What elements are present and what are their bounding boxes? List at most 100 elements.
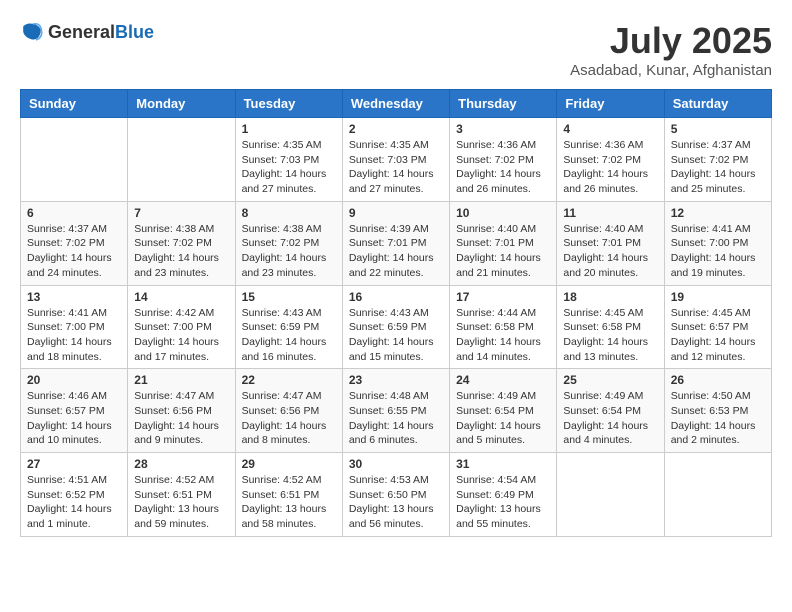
- day-number: 25: [563, 373, 657, 387]
- daylight: Daylight: 14 hours and 5 minutes.: [456, 420, 541, 447]
- cell-content: Sunrise: 4:52 AM Sunset: 6:51 PM Dayligh…: [134, 473, 228, 532]
- daylight: Daylight: 14 hours and 26 minutes.: [563, 168, 648, 195]
- daylight: Daylight: 14 hours and 27 minutes.: [242, 168, 327, 195]
- calendar-week-row: 6 Sunrise: 4:37 AM Sunset: 7:02 PM Dayli…: [21, 201, 772, 285]
- calendar-cell: 26 Sunrise: 4:50 AM Sunset: 6:53 PM Dayl…: [664, 369, 771, 453]
- sunrise: Sunrise: 4:42 AM: [134, 307, 214, 319]
- daylight: Daylight: 14 hours and 22 minutes.: [349, 252, 434, 279]
- daylight: Daylight: 14 hours and 20 minutes.: [563, 252, 648, 279]
- sunrise: Sunrise: 4:52 AM: [134, 474, 214, 486]
- calendar-cell: 23 Sunrise: 4:48 AM Sunset: 6:55 PM Dayl…: [342, 369, 449, 453]
- sunset: Sunset: 6:50 PM: [349, 489, 427, 501]
- sunrise: Sunrise: 4:40 AM: [563, 223, 643, 235]
- weekday-header-wednesday: Wednesday: [342, 90, 449, 118]
- sunrise: Sunrise: 4:37 AM: [671, 139, 751, 151]
- calendar-table: SundayMondayTuesdayWednesdayThursdayFrid…: [20, 89, 772, 537]
- daylight: Daylight: 14 hours and 14 minutes.: [456, 336, 541, 363]
- sunset: Sunset: 7:01 PM: [349, 237, 427, 249]
- sunrise: Sunrise: 4:54 AM: [456, 474, 536, 486]
- sunrise: Sunrise: 4:36 AM: [456, 139, 536, 151]
- sunrise: Sunrise: 4:46 AM: [27, 390, 107, 402]
- sunrise: Sunrise: 4:47 AM: [242, 390, 322, 402]
- sunset: Sunset: 7:01 PM: [563, 237, 641, 249]
- daylight: Daylight: 14 hours and 25 minutes.: [671, 168, 756, 195]
- sunset: Sunset: 7:00 PM: [671, 237, 749, 249]
- sunset: Sunset: 6:58 PM: [563, 321, 641, 333]
- day-number: 5: [671, 122, 765, 136]
- daylight: Daylight: 14 hours and 6 minutes.: [349, 420, 434, 447]
- daylight: Daylight: 14 hours and 26 minutes.: [456, 168, 541, 195]
- sunset: Sunset: 6:59 PM: [242, 321, 320, 333]
- sunrise: Sunrise: 4:44 AM: [456, 307, 536, 319]
- calendar-cell: 5 Sunrise: 4:37 AM Sunset: 7:02 PM Dayli…: [664, 118, 771, 202]
- day-number: 22: [242, 373, 336, 387]
- month-title: July 2025: [570, 20, 772, 62]
- logo-text: GeneralBlue: [48, 22, 154, 43]
- title-block: July 2025 Asadabad, Kunar, Afghanistan: [570, 20, 772, 79]
- sunrise: Sunrise: 4:45 AM: [671, 307, 751, 319]
- cell-content: Sunrise: 4:36 AM Sunset: 7:02 PM Dayligh…: [563, 138, 657, 197]
- day-number: 18: [563, 290, 657, 304]
- sunset: Sunset: 6:54 PM: [456, 405, 534, 417]
- sunrise: Sunrise: 4:37 AM: [27, 223, 107, 235]
- sunset: Sunset: 7:03 PM: [242, 154, 320, 166]
- day-number: 31: [456, 457, 550, 471]
- sunset: Sunset: 6:55 PM: [349, 405, 427, 417]
- sunrise: Sunrise: 4:49 AM: [563, 390, 643, 402]
- sunset: Sunset: 7:01 PM: [456, 237, 534, 249]
- sunrise: Sunrise: 4:52 AM: [242, 474, 322, 486]
- cell-content: Sunrise: 4:49 AM Sunset: 6:54 PM Dayligh…: [456, 389, 550, 448]
- sunrise: Sunrise: 4:38 AM: [242, 223, 322, 235]
- sunset: Sunset: 7:02 PM: [563, 154, 641, 166]
- daylight: Daylight: 14 hours and 15 minutes.: [349, 336, 434, 363]
- calendar-cell: 25 Sunrise: 4:49 AM Sunset: 6:54 PM Dayl…: [557, 369, 664, 453]
- calendar-week-row: 27 Sunrise: 4:51 AM Sunset: 6:52 PM Dayl…: [21, 453, 772, 537]
- day-number: 30: [349, 457, 443, 471]
- day-number: 7: [134, 206, 228, 220]
- sunset: Sunset: 7:02 PM: [27, 237, 105, 249]
- weekday-header-saturday: Saturday: [664, 90, 771, 118]
- calendar-cell: 28 Sunrise: 4:52 AM Sunset: 6:51 PM Dayl…: [128, 453, 235, 537]
- cell-content: Sunrise: 4:52 AM Sunset: 6:51 PM Dayligh…: [242, 473, 336, 532]
- daylight: Daylight: 14 hours and 17 minutes.: [134, 336, 219, 363]
- daylight: Daylight: 14 hours and 23 minutes.: [134, 252, 219, 279]
- daylight: Daylight: 13 hours and 58 minutes.: [242, 503, 327, 530]
- logo-icon: [20, 20, 44, 44]
- day-number: 23: [349, 373, 443, 387]
- calendar-cell: 29 Sunrise: 4:52 AM Sunset: 6:51 PM Dayl…: [235, 453, 342, 537]
- calendar-cell: 27 Sunrise: 4:51 AM Sunset: 6:52 PM Dayl…: [21, 453, 128, 537]
- calendar-cell: 4 Sunrise: 4:36 AM Sunset: 7:02 PM Dayli…: [557, 118, 664, 202]
- sunrise: Sunrise: 4:35 AM: [242, 139, 322, 151]
- sunset: Sunset: 6:57 PM: [671, 321, 749, 333]
- calendar-cell: 24 Sunrise: 4:49 AM Sunset: 6:54 PM Dayl…: [450, 369, 557, 453]
- daylight: Daylight: 13 hours and 56 minutes.: [349, 503, 434, 530]
- sunset: Sunset: 7:02 PM: [456, 154, 534, 166]
- cell-content: Sunrise: 4:38 AM Sunset: 7:02 PM Dayligh…: [134, 222, 228, 281]
- day-number: 29: [242, 457, 336, 471]
- daylight: Daylight: 14 hours and 4 minutes.: [563, 420, 648, 447]
- sunset: Sunset: 6:53 PM: [671, 405, 749, 417]
- day-number: 13: [27, 290, 121, 304]
- day-number: 9: [349, 206, 443, 220]
- day-number: 21: [134, 373, 228, 387]
- day-number: 19: [671, 290, 765, 304]
- day-number: 28: [134, 457, 228, 471]
- sunset: Sunset: 6:56 PM: [134, 405, 212, 417]
- cell-content: Sunrise: 4:44 AM Sunset: 6:58 PM Dayligh…: [456, 306, 550, 365]
- daylight: Daylight: 13 hours and 59 minutes.: [134, 503, 219, 530]
- weekday-header-monday: Monday: [128, 90, 235, 118]
- calendar-cell: 2 Sunrise: 4:35 AM Sunset: 7:03 PM Dayli…: [342, 118, 449, 202]
- weekday-header-sunday: Sunday: [21, 90, 128, 118]
- sunset: Sunset: 7:03 PM: [349, 154, 427, 166]
- daylight: Daylight: 13 hours and 55 minutes.: [456, 503, 541, 530]
- day-number: 24: [456, 373, 550, 387]
- calendar-cell: 9 Sunrise: 4:39 AM Sunset: 7:01 PM Dayli…: [342, 201, 449, 285]
- calendar-cell: 30 Sunrise: 4:53 AM Sunset: 6:50 PM Dayl…: [342, 453, 449, 537]
- cell-content: Sunrise: 4:38 AM Sunset: 7:02 PM Dayligh…: [242, 222, 336, 281]
- day-number: 8: [242, 206, 336, 220]
- daylight: Daylight: 14 hours and 2 minutes.: [671, 420, 756, 447]
- calendar-week-row: 1 Sunrise: 4:35 AM Sunset: 7:03 PM Dayli…: [21, 118, 772, 202]
- sunrise: Sunrise: 4:49 AM: [456, 390, 536, 402]
- day-number: 15: [242, 290, 336, 304]
- weekday-header-friday: Friday: [557, 90, 664, 118]
